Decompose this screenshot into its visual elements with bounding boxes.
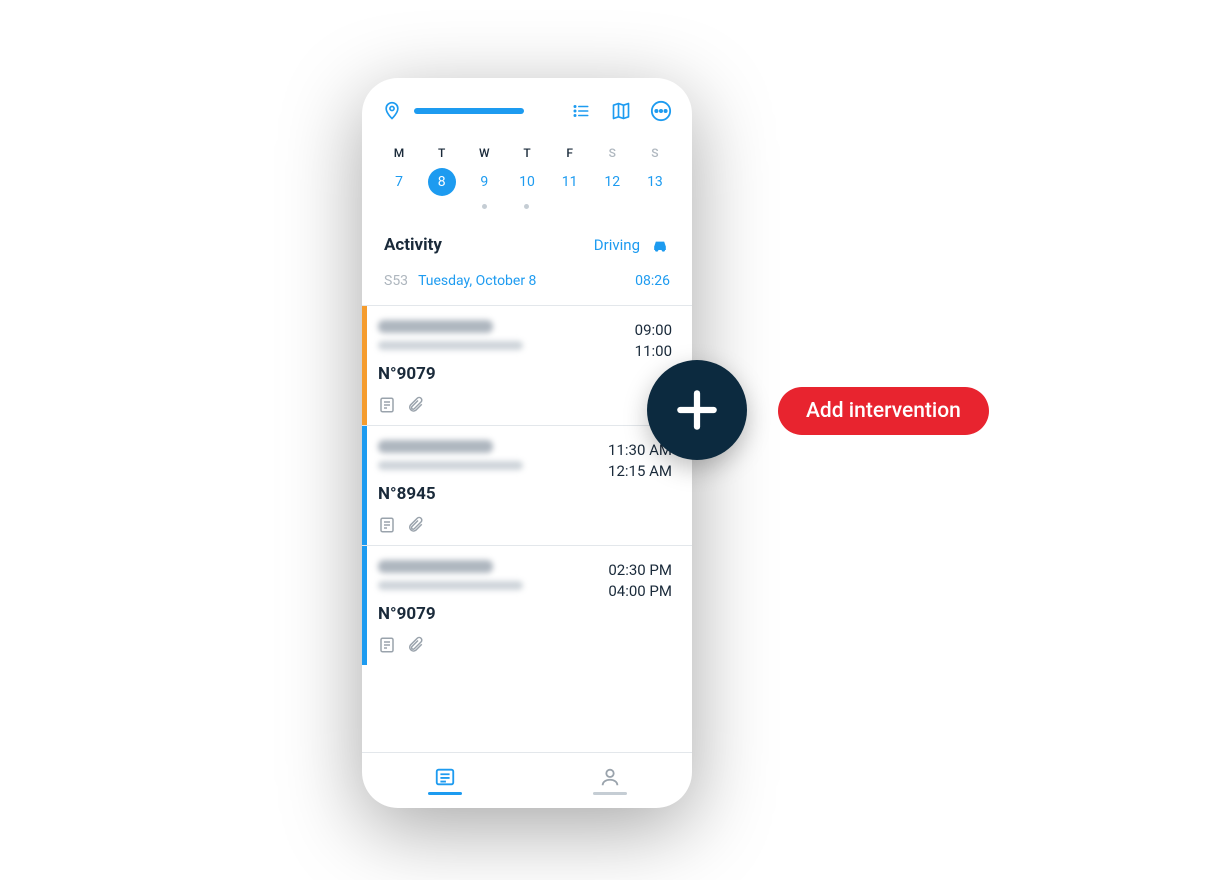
day-label: S (609, 146, 616, 160)
app-header (362, 78, 692, 136)
attachment-icon[interactable] (406, 516, 424, 534)
day-number: 9 (470, 168, 498, 196)
intervention-list: N°907909:0011:00N°894511:30 AM12:15 AMN°… (362, 305, 692, 752)
day-number: 11 (556, 168, 584, 196)
day-10[interactable]: T 10 (510, 146, 544, 209)
blurred-subtitle (378, 581, 523, 590)
card-reference: N°9079 (378, 604, 523, 624)
note-icon[interactable] (378, 636, 396, 654)
add-intervention-pill[interactable]: Add intervention (778, 387, 989, 435)
day-9[interactable]: W9 (467, 146, 501, 209)
blurred-title (378, 320, 493, 333)
more-icon[interactable] (650, 100, 672, 122)
title-placeholder (414, 108, 524, 114)
day-label: T (438, 146, 445, 160)
week-number: S53 (384, 273, 408, 289)
date-row: S53 Tuesday, October 8 08:26 (362, 261, 692, 305)
attachment-icon[interactable] (406, 396, 424, 414)
location-pin-icon[interactable] (382, 100, 402, 122)
driving-label: Driving (594, 236, 640, 254)
phone-frame: M7T8W9T10F11S12S13 Activity Driving S53 … (362, 78, 692, 808)
blurred-subtitle (378, 461, 523, 470)
note-icon[interactable] (378, 516, 396, 534)
day-number: 13 (641, 168, 669, 196)
add-button[interactable] (647, 360, 747, 460)
status-stripe (362, 306, 367, 425)
list-icon[interactable] (570, 102, 592, 120)
activity-title: Activity (384, 235, 442, 255)
day-label: W (479, 146, 490, 160)
status-stripe (362, 426, 367, 545)
day-13[interactable]: S 13 (638, 146, 672, 209)
time-range: 09:0011:00 (635, 320, 672, 362)
day-label: M (394, 146, 405, 160)
car-icon (650, 237, 670, 253)
card-reference: N°8945 (378, 484, 523, 504)
day-number: 7 (385, 168, 413, 196)
full-date: Tuesday, October 8 (418, 273, 536, 289)
intervention-card[interactable]: N°894511:30 AM12:15 AM (362, 425, 692, 545)
blurred-subtitle (378, 341, 523, 350)
intervention-card[interactable]: N°9079 02:30 PM04:00 PM (362, 545, 692, 665)
blurred-title (378, 560, 493, 573)
day-label: T (523, 146, 530, 160)
note-icon[interactable] (378, 396, 396, 414)
week-row: M7T8W9T10F11S12S13 (362, 136, 692, 209)
driving-status[interactable]: Driving (594, 236, 670, 254)
day-12[interactable]: S 12 (595, 146, 629, 209)
current-time: 08:26 (635, 273, 670, 289)
day-number: 10 (513, 168, 541, 196)
day-7[interactable]: M7 (382, 146, 416, 209)
attachment-icon[interactable] (406, 636, 424, 654)
day-8[interactable]: T8 (425, 146, 459, 209)
blurred-title (378, 440, 493, 453)
day-number: 12 (598, 168, 626, 196)
day-number: 8 (428, 168, 456, 196)
day-11[interactable]: F 11 (553, 146, 587, 209)
map-icon[interactable] (610, 101, 632, 121)
nav-tab-list[interactable] (362, 753, 527, 808)
intervention-card[interactable]: N°9079 09:0011:00 (362, 305, 692, 425)
activity-row: Activity Driving (362, 209, 692, 261)
day-label: S (651, 146, 658, 160)
time-range: 02:30 PM04:00 PM (608, 560, 672, 602)
status-stripe (362, 546, 367, 665)
day-label: F (566, 146, 573, 160)
card-reference: N°9079 (378, 364, 523, 384)
nav-tab-profile[interactable] (527, 753, 692, 808)
bottom-nav (362, 752, 692, 808)
